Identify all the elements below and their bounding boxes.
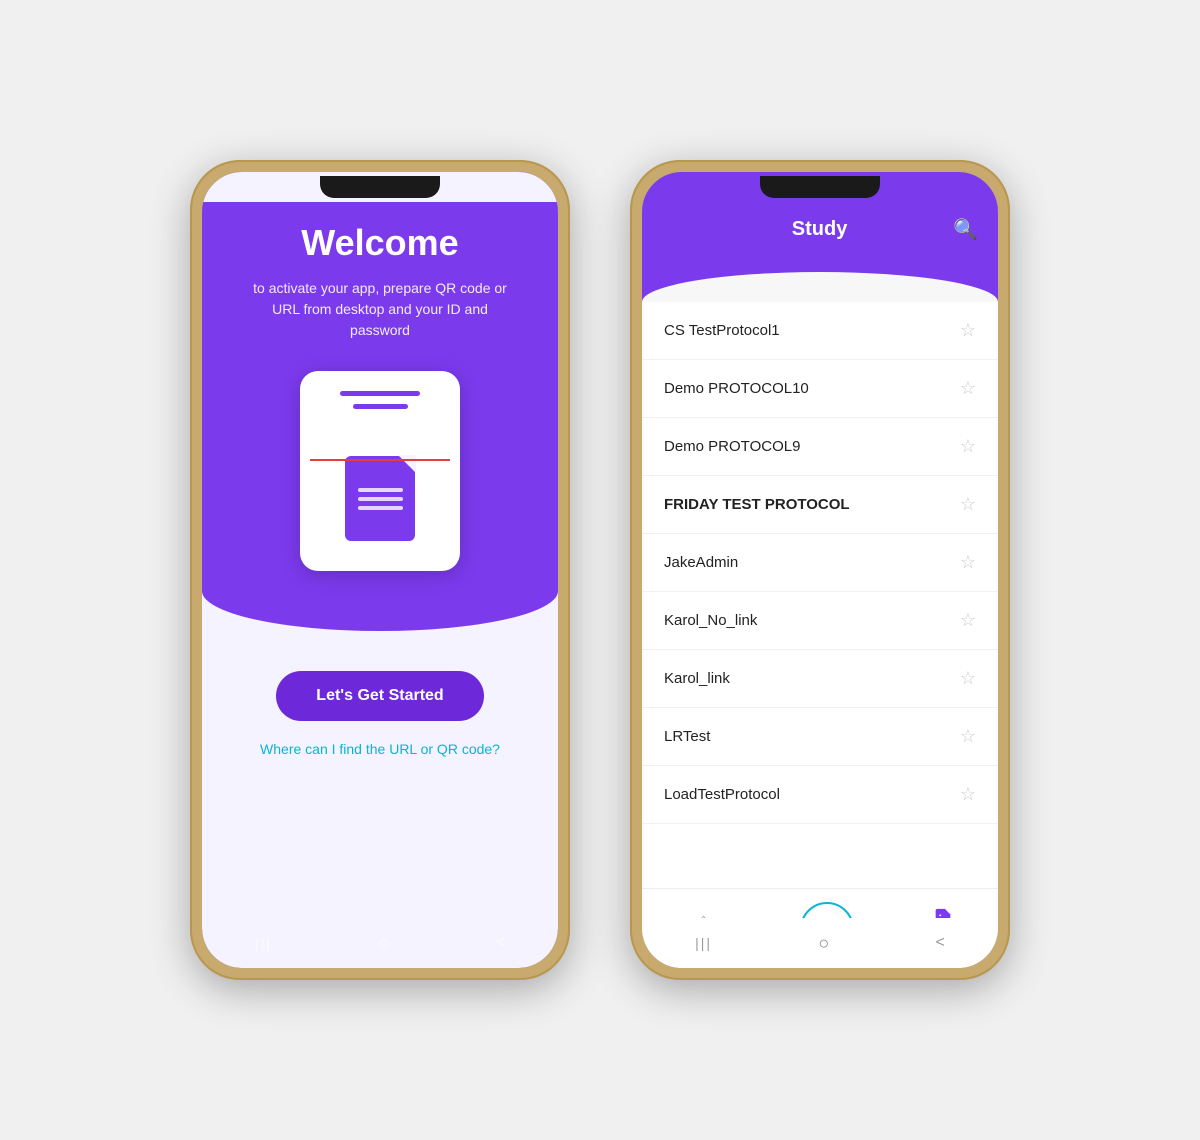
- nav-menu-icon: |||: [255, 935, 272, 951]
- favorite-star-icon[interactable]: ☆: [960, 494, 976, 515]
- get-started-button[interactable]: Let's Get Started: [276, 671, 483, 721]
- favorite-star-icon[interactable]: ☆: [960, 552, 976, 573]
- protocol-name: Demo PROTOCOL10: [664, 380, 809, 397]
- study-wave: [642, 272, 998, 302]
- favorite-star-icon[interactable]: ☆: [960, 436, 976, 457]
- protocol-name: Karol_link: [664, 670, 730, 687]
- favorite-star-icon[interactable]: ☆: [960, 378, 976, 399]
- study-list-item[interactable]: LRTest ☆: [642, 708, 998, 766]
- study-list: CS TestProtocol1 ☆ Demo PROTOCOL10 ☆ Dem…: [642, 302, 998, 888]
- illus-doc-line-2: [358, 497, 403, 501]
- study-list-item[interactable]: Karol_No_link ☆: [642, 592, 998, 650]
- study-phone: Study 🔍 CS TestProtocol1 ☆ Demo PROTOCOL…: [630, 160, 1010, 980]
- favorite-star-icon[interactable]: ☆: [960, 320, 976, 341]
- nav-back-icon[interactable]: <: [496, 934, 505, 952]
- study-list-item[interactable]: CS TestProtocol1 ☆: [642, 302, 998, 360]
- phone-illustration: [300, 371, 460, 571]
- protocol-name: FRIDAY TEST PROTOCOL: [664, 496, 850, 513]
- nav-home-icon-study[interactable]: ○: [818, 933, 829, 954]
- protocol-name: LRTest: [664, 728, 710, 745]
- illus-doc-line-1: [358, 488, 403, 492]
- illus-line-1: [340, 391, 420, 396]
- bottom-nav-bar-study: ||| ○ <: [642, 918, 998, 968]
- search-button[interactable]: 🔍: [953, 217, 978, 242]
- protocol-name: Karol_No_link: [664, 612, 757, 629]
- bottom-nav-bar-welcome: ||| ○ <: [202, 918, 558, 968]
- favorite-star-icon[interactable]: ☆: [960, 784, 976, 805]
- scan-line: [310, 459, 450, 461]
- protocol-name: LoadTestProtocol: [664, 786, 780, 803]
- welcome-bottom: Let's Get Started Where can I find the U…: [260, 631, 500, 757]
- study-list-item[interactable]: Demo PROTOCOL10 ☆: [642, 360, 998, 418]
- protocol-name: CS TestProtocol1: [664, 322, 780, 339]
- nav-menu-icon-study: |||: [695, 935, 712, 951]
- study-list-item[interactable]: Karol_link ☆: [642, 650, 998, 708]
- welcome-screen: Welcome to activate your app, prepare QR…: [202, 172, 558, 968]
- protocol-name: JakeAdmin: [664, 554, 738, 571]
- study-list-item[interactable]: LoadTestProtocol ☆: [642, 766, 998, 824]
- study-list-item[interactable]: JakeAdmin ☆: [642, 534, 998, 592]
- find-url-link[interactable]: Where can I find the URL or QR code?: [260, 741, 500, 757]
- nav-back-icon-study[interactable]: <: [936, 934, 945, 952]
- nav-home-icon[interactable]: ○: [378, 933, 389, 954]
- welcome-phone: Welcome to activate your app, prepare QR…: [190, 160, 570, 980]
- illus-doc-line-3: [358, 506, 403, 510]
- notch-study: [760, 176, 880, 198]
- favorite-star-icon[interactable]: ☆: [960, 610, 976, 631]
- study-title: Study: [686, 218, 953, 241]
- study-list-item[interactable]: Demo PROTOCOL9 ☆: [642, 418, 998, 476]
- notch-bar-study: [642, 172, 998, 202]
- notch: [320, 176, 440, 198]
- welcome-title: Welcome: [301, 222, 458, 264]
- favorite-star-icon[interactable]: ☆: [960, 726, 976, 747]
- welcome-purple-section: Welcome to activate your app, prepare QR…: [202, 172, 558, 631]
- illus-doc: [345, 456, 415, 541]
- protocol-name: Demo PROTOCOL9: [664, 438, 800, 455]
- study-screen: Study 🔍 CS TestProtocol1 ☆ Demo PROTOCOL…: [642, 172, 998, 968]
- study-list-item[interactable]: FRIDAY TEST PROTOCOL ☆: [642, 476, 998, 534]
- notch-bar: [202, 172, 558, 202]
- welcome-subtitle: to activate your app, prepare QR code or…: [202, 278, 558, 341]
- favorite-star-icon[interactable]: ☆: [960, 668, 976, 689]
- illus-line-2: [353, 404, 408, 409]
